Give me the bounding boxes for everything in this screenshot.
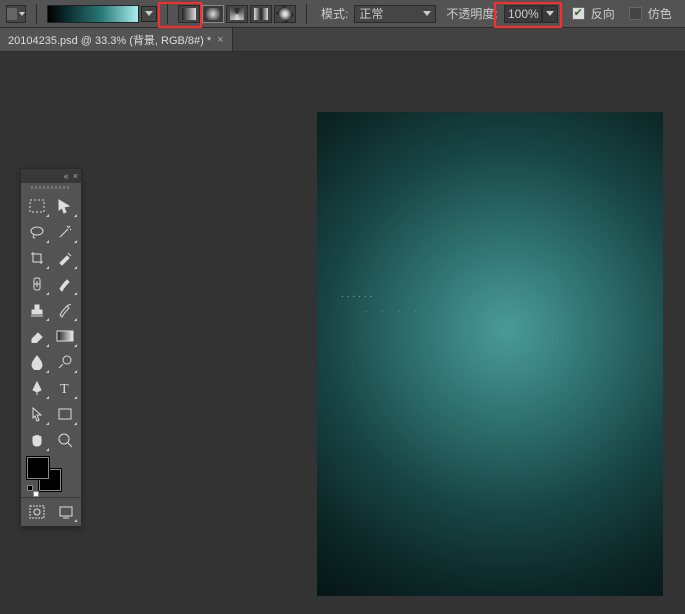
blend-mode-value: 正常 — [359, 5, 383, 22]
gradient-tool[interactable] — [51, 323, 79, 349]
dodge-tool[interactable] — [51, 349, 79, 375]
quick-mask-toggle[interactable] — [23, 500, 50, 524]
opacity-label: 不透明度: — [446, 5, 497, 22]
gradient-angle[interactable] — [226, 5, 248, 23]
tools-panel-header[interactable]: « × — [21, 169, 81, 183]
tools-panel-grip[interactable] — [21, 183, 81, 191]
brush-tool[interactable] — [51, 271, 79, 297]
screen-mode-toggle[interactable] — [52, 500, 79, 524]
path-selection-tool[interactable] — [23, 401, 51, 427]
healing-brush-tool[interactable] — [23, 271, 51, 297]
default-colors-icon[interactable] — [27, 485, 39, 497]
canvas-area: ...... . . . . — [0, 52, 685, 614]
dither-checkbox[interactable] — [629, 7, 642, 20]
svg-text:T: T — [60, 382, 69, 396]
blur-tool[interactable] — [23, 349, 51, 375]
gradient-diamond[interactable] — [274, 5, 296, 23]
gradient-picker[interactable] — [47, 5, 139, 23]
eyedropper-tool[interactable] — [51, 245, 79, 271]
canvas-decor-text-2: . . . . — [365, 304, 423, 314]
tool-preset-picker[interactable] — [6, 5, 26, 23]
lasso-tool[interactable] — [23, 219, 51, 245]
color-swatches — [21, 455, 81, 497]
chevron-down-icon — [423, 11, 431, 16]
zoom-tool[interactable] — [51, 427, 79, 453]
tools-panel: « × T — [20, 168, 82, 527]
gradient-radial[interactable] — [202, 5, 224, 23]
pen-tool[interactable] — [23, 375, 51, 401]
close-icon[interactable]: × — [73, 171, 78, 181]
hand-tool[interactable] — [23, 427, 51, 453]
gradient-reflected[interactable] — [250, 5, 272, 23]
foreground-color-swatch[interactable] — [27, 457, 49, 479]
reverse-label: 反向 — [591, 5, 615, 22]
magic-wand-tool[interactable] — [51, 219, 79, 245]
eraser-tool[interactable] — [23, 323, 51, 349]
gradient-dropdown[interactable] — [141, 6, 157, 22]
document-tab-title: 20104235.psd @ 33.3% (背景, RGB/8#) * — [8, 32, 211, 48]
collapse-icon[interactable]: « — [64, 171, 69, 181]
document-tab-bar: 20104235.psd @ 33.3% (背景, RGB/8#) * × — [0, 28, 685, 52]
move-tool[interactable] — [51, 193, 79, 219]
history-brush-tool[interactable] — [51, 297, 79, 323]
shape-tool[interactable] — [51, 401, 79, 427]
close-icon[interactable]: × — [217, 34, 223, 46]
mode-label: 模式: — [321, 5, 348, 22]
gradient-type-group — [178, 5, 296, 23]
marquee-tool[interactable] — [23, 193, 51, 219]
reverse-checkbox[interactable]: ✔ — [572, 7, 585, 20]
tools-grid: T — [21, 191, 81, 455]
blend-mode-select[interactable]: 正常 — [354, 5, 436, 23]
tools-footer — [21, 497, 81, 526]
gradient-linear[interactable] — [178, 5, 200, 23]
opacity-input[interactable]: 100% — [504, 5, 542, 23]
check-icon: ✔ — [574, 8, 583, 19]
document-canvas[interactable]: ...... . . . . — [317, 112, 663, 596]
opacity-dropdown[interactable] — [542, 5, 558, 23]
canvas-decor-text-1: ...... — [341, 288, 376, 300]
crop-tool[interactable] — [23, 245, 51, 271]
stamp-tool[interactable] — [23, 297, 51, 323]
document-tab[interactable]: 20104235.psd @ 33.3% (背景, RGB/8#) * × — [0, 28, 233, 51]
options-bar: 模式: 正常 不透明度: 100% ✔ 反向 仿色 — [0, 0, 685, 28]
type-tool[interactable]: T — [51, 375, 79, 401]
dither-label: 仿色 — [648, 5, 672, 22]
